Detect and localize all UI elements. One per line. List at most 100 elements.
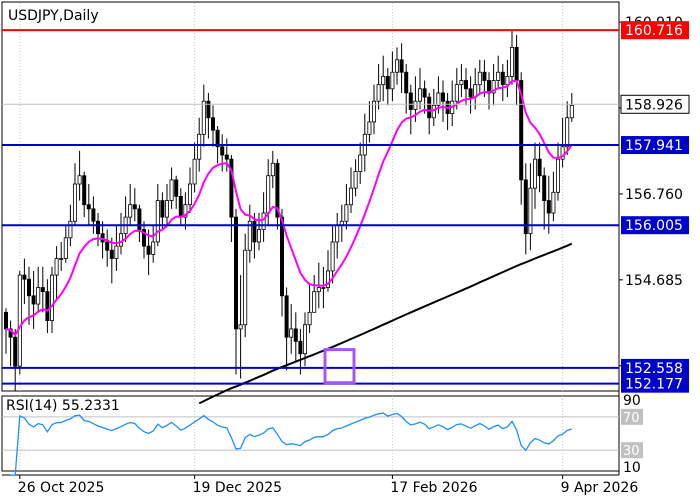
x-tick-label: 9 Apr 2026 bbox=[561, 480, 639, 496]
candle-body bbox=[220, 146, 225, 156]
candle-body bbox=[178, 196, 183, 218]
candle-body bbox=[22, 274, 27, 280]
candle-body bbox=[533, 158, 538, 189]
candle bbox=[17, 270, 22, 375]
candle-body bbox=[105, 241, 110, 251]
candle-body bbox=[238, 324, 243, 330]
candle-body bbox=[293, 328, 298, 342]
candle-body bbox=[514, 46, 519, 81]
candle-body bbox=[289, 328, 294, 338]
candle-body bbox=[385, 75, 390, 90]
candle-body bbox=[307, 311, 312, 326]
candle-body bbox=[408, 92, 413, 110]
candle-body bbox=[569, 104, 574, 119]
candle-body bbox=[160, 200, 165, 218]
candle-body bbox=[109, 249, 114, 259]
candle-body bbox=[77, 175, 82, 185]
candle-body bbox=[302, 324, 307, 355]
candle-body bbox=[82, 175, 87, 206]
candle-body bbox=[284, 295, 289, 338]
candle-body bbox=[463, 80, 468, 90]
candle-body bbox=[155, 200, 160, 243]
candle-body bbox=[335, 225, 340, 243]
candle-body bbox=[459, 80, 464, 86]
candle-body bbox=[119, 233, 124, 247]
level-price-label: 157.941 bbox=[625, 138, 683, 154]
chart-title: USDJPY,Daily bbox=[8, 8, 99, 24]
candle-body bbox=[399, 59, 404, 73]
level-price-label: 152.558 bbox=[625, 361, 683, 377]
candle-body bbox=[192, 158, 197, 185]
rsi-level-label: 30 bbox=[623, 444, 640, 459]
candle-body bbox=[233, 216, 238, 330]
rsi-scale-label: 90 bbox=[623, 393, 641, 409]
candle-body bbox=[298, 340, 303, 355]
candle-body bbox=[54, 258, 59, 276]
candle-body bbox=[146, 245, 151, 255]
candle-body bbox=[381, 75, 386, 86]
candle-body bbox=[224, 154, 229, 160]
candle-body bbox=[279, 216, 284, 297]
level-price-label: 152.177 bbox=[625, 377, 683, 393]
candle-body bbox=[413, 100, 418, 110]
candle-body bbox=[174, 179, 179, 197]
candle-body bbox=[40, 287, 45, 293]
candle-body bbox=[73, 183, 78, 222]
candle-body bbox=[151, 241, 156, 255]
candle-body bbox=[454, 84, 459, 102]
candle-body bbox=[59, 258, 64, 260]
candle-body bbox=[528, 187, 533, 235]
candle-body bbox=[358, 154, 363, 172]
x-tick-label: 19 Dec 2025 bbox=[193, 480, 282, 496]
candle-body bbox=[164, 200, 169, 218]
candle-body bbox=[376, 84, 381, 102]
candle-body bbox=[440, 92, 445, 102]
candle-body bbox=[68, 220, 73, 239]
candle-body bbox=[496, 71, 501, 81]
candle-body bbox=[367, 121, 372, 135]
level-price-label: 156.005 bbox=[625, 218, 683, 234]
candle-body bbox=[330, 241, 335, 272]
candle-body bbox=[128, 204, 133, 218]
candle-body bbox=[63, 237, 68, 259]
candle-body bbox=[509, 46, 514, 77]
candle-body bbox=[500, 71, 505, 86]
candle-body bbox=[26, 278, 31, 297]
candle-body bbox=[556, 158, 561, 193]
candle-body bbox=[348, 187, 353, 206]
candle-body bbox=[31, 295, 36, 305]
candle-body bbox=[390, 71, 395, 90]
candle-body bbox=[404, 71, 409, 94]
rsi-scale-label: 10 bbox=[623, 460, 641, 476]
chart: 160.910158.835156.760154.685152.610160.7… bbox=[0, 0, 700, 500]
candle-body bbox=[417, 88, 422, 102]
x-tick-label: 26 Oct 2025 bbox=[18, 480, 105, 496]
candle-body bbox=[270, 162, 275, 177]
price-axis: 160.910158.835156.760154.685152.610 bbox=[619, 15, 683, 375]
candle-body bbox=[542, 175, 547, 201]
current-price-label: 158.926 bbox=[625, 97, 683, 113]
candle-body bbox=[261, 212, 266, 230]
candle-body bbox=[436, 92, 441, 106]
candle-body bbox=[316, 287, 321, 293]
candle-body bbox=[86, 204, 91, 210]
candle-body bbox=[206, 100, 211, 119]
candle-body bbox=[468, 88, 473, 98]
candle-body bbox=[132, 204, 137, 210]
candle-body bbox=[256, 229, 261, 243]
candle-body bbox=[197, 133, 202, 160]
candle-body bbox=[50, 274, 55, 322]
candle-body bbox=[546, 200, 551, 214]
chart-canvas: 160.910158.835156.760154.685152.610160.7… bbox=[1, 1, 690, 496]
candle-body bbox=[321, 287, 326, 289]
candle-body bbox=[13, 336, 18, 367]
candle-body bbox=[551, 191, 556, 214]
y-tick-label: 154.685 bbox=[625, 273, 683, 289]
candle-body bbox=[45, 291, 50, 322]
candle-body bbox=[137, 208, 142, 230]
candle-body bbox=[187, 183, 192, 206]
candle-body bbox=[91, 208, 96, 222]
candle-body bbox=[427, 96, 432, 119]
candle-body bbox=[482, 71, 487, 81]
candle-body bbox=[36, 287, 41, 305]
